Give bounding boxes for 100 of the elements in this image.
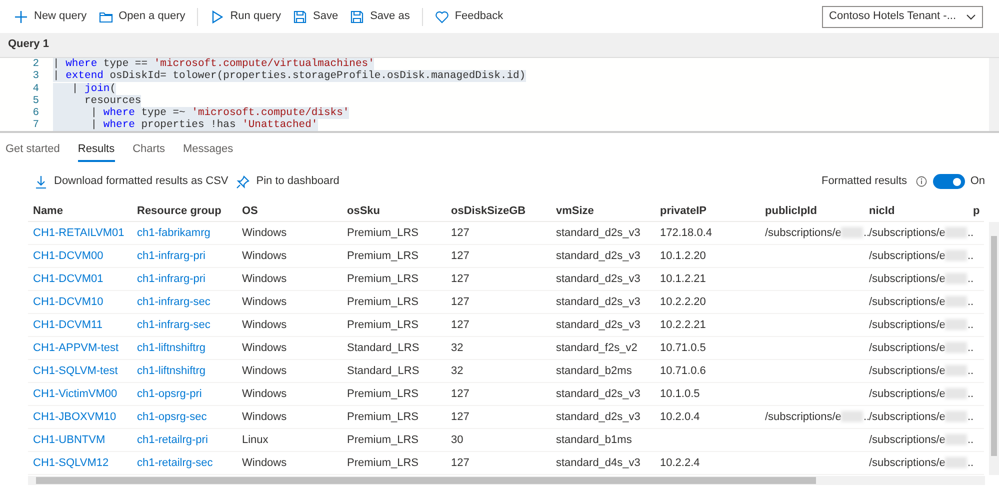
- horizontal-scrollbar[interactable]: [28, 476, 985, 484]
- play-icon: [210, 10, 224, 24]
- table-link[interactable]: CH1-UBNTVM: [33, 434, 106, 446]
- cell-text: ..: [967, 410, 974, 422]
- column-header[interactable]: osSku: [342, 200, 446, 222]
- cell-text: /subscriptions/e: [869, 250, 946, 262]
- column-header[interactable]: publicIpId: [760, 200, 864, 222]
- redacted-blur: [945, 296, 968, 308]
- cell-text: /subscriptions/e: [869, 226, 946, 238]
- table-link[interactable]: CH1-RETAILVM01: [33, 226, 124, 238]
- table-link[interactable]: ch1-retailrg-sec: [137, 456, 213, 468]
- table-cell: Windows: [237, 336, 342, 360]
- cell-text: ..: [967, 456, 974, 468]
- table-cell: standard_d2s_v3: [551, 222, 655, 244]
- column-header[interactable]: Resource group: [132, 200, 237, 222]
- table-link[interactable]: CH1-APPVM-test: [33, 342, 119, 354]
- toolbar-button[interactable]: New query: [8, 6, 93, 27]
- save-icon: [350, 10, 364, 24]
- table-link[interactable]: ch1-infrarg-sec: [137, 296, 210, 308]
- redacted-blur: [945, 250, 968, 262]
- table-link[interactable]: CH1-SQLVM12: [33, 456, 109, 468]
- table-link[interactable]: CH1-DCVM00: [33, 250, 104, 262]
- cell-text: ..: [967, 226, 974, 238]
- table-cell: Premium_LRS: [342, 244, 446, 268]
- results-tab[interactable]: Get started: [6, 139, 60, 162]
- cell-text: /subscriptions/e: [765, 410, 842, 422]
- cell-text: /subscriptions/e: [869, 434, 946, 446]
- heart-icon: [434, 10, 449, 24]
- table-link[interactable]: ch1-liftnshiftrg: [137, 364, 206, 376]
- table-cell: 10.71.0.5: [655, 336, 760, 360]
- table-link[interactable]: ch1-opsrg-sec: [137, 410, 207, 422]
- action-button[interactable]: Download formatted results as CSV: [30, 173, 232, 190]
- cell-text: ..: [967, 388, 974, 400]
- table-cell: 10.1.0.5: [655, 382, 760, 406]
- line-number: 3: [32, 70, 40, 83]
- column-header[interactable]: OS: [237, 200, 342, 222]
- action-button[interactable]: Pin to dashboard: [232, 173, 344, 190]
- line-number: 6: [32, 107, 40, 120]
- table-link[interactable]: CH1-DCVM10: [33, 296, 104, 308]
- plus-icon: [14, 10, 28, 24]
- table-cell: Premium_LRS: [342, 382, 446, 406]
- table-link[interactable]: ch1-infrarg-sec: [137, 318, 210, 330]
- line-number: 4: [32, 82, 40, 95]
- column-header[interactable]: vmSize: [551, 200, 655, 222]
- cell-text: ..: [967, 272, 974, 284]
- toolbar-button[interactable]: Feedback: [428, 6, 510, 27]
- table-link[interactable]: ch1-infrarg-pri: [137, 250, 206, 262]
- column-header[interactable]: osDiskSizeGB: [446, 200, 551, 222]
- toggle-switch[interactable]: [932, 174, 965, 189]
- redacted-blur: [945, 342, 968, 354]
- table-cell: 32: [446, 336, 551, 360]
- toolbar-button[interactable]: Save as: [344, 6, 416, 27]
- results-tab[interactable]: Results: [78, 139, 115, 162]
- table-cell: Windows: [237, 244, 342, 268]
- table-cell: Standard_LRS: [342, 336, 446, 360]
- cell-text: ..: [967, 318, 974, 330]
- column-header[interactable]: nicId: [864, 200, 968, 222]
- table-link[interactable]: CH1-JBOXVM10: [33, 410, 116, 422]
- column-header[interactable]: privateIP: [655, 200, 760, 222]
- table-link[interactable]: ch1-liftnshiftrg: [137, 342, 206, 354]
- table-cell: Premium_LRS: [342, 222, 446, 244]
- results-tab[interactable]: Messages: [183, 139, 234, 162]
- vertical-scrollbar[interactable]: [989, 222, 999, 474]
- table-link[interactable]: CH1-DCVM11: [33, 318, 102, 330]
- table-link[interactable]: ch1-opsrg-pri: [137, 388, 202, 400]
- toolbar-button[interactable]: Open a query: [92, 6, 192, 27]
- results-tab[interactable]: Charts: [132, 139, 166, 162]
- table-cell: Windows: [237, 314, 342, 336]
- cell-text: /subscriptions/e: [869, 342, 946, 354]
- table-link[interactable]: CH1-SQLVM-test: [33, 364, 118, 376]
- column-header[interactable]: Name: [28, 200, 132, 222]
- cell-text: /subscriptions/e: [765, 226, 842, 238]
- table-link[interactable]: ch1-fabrikamrg: [137, 226, 210, 238]
- table-cell: 127: [446, 452, 551, 474]
- info-icon[interactable]: [916, 176, 927, 187]
- toolbar-button[interactable]: Run query: [204, 6, 287, 27]
- redacted-blur: [841, 411, 864, 422]
- query-tab[interactable]: Query 1: [6, 32, 51, 57]
- table-link[interactable]: CH1-VictimVM00: [33, 388, 118, 400]
- table-cell: Premium_LRS: [342, 268, 446, 290]
- tenant-dropdown[interactable]: Contoso Hotels Tenant -...: [822, 6, 983, 28]
- table-cell: Windows: [237, 290, 342, 314]
- table-cell: 127: [446, 406, 551, 428]
- table-cell: 10.2.2.4: [655, 452, 760, 474]
- table-cell: Linux: [237, 428, 342, 452]
- editor-scrollbar[interactable]: [989, 58, 999, 131]
- table-cell: 127: [446, 222, 551, 244]
- cell-text: ..: [967, 250, 974, 262]
- toggle-label: Formatted results: [821, 174, 908, 190]
- table-cell: Windows: [237, 452, 342, 474]
- download-icon: [34, 174, 48, 188]
- table-link[interactable]: CH1-DCVM01: [33, 272, 104, 284]
- toolbar-button[interactable]: Save: [287, 6, 344, 27]
- table-cell: Windows: [237, 360, 342, 382]
- table-link[interactable]: ch1-retailrg-pri: [137, 434, 208, 446]
- table-cell: Windows: [237, 382, 342, 406]
- column-header[interactable]: p: [968, 200, 984, 222]
- table-cell: 127: [446, 314, 551, 336]
- table-link[interactable]: ch1-infrarg-pri: [137, 272, 206, 284]
- cell-text: ..: [967, 364, 974, 376]
